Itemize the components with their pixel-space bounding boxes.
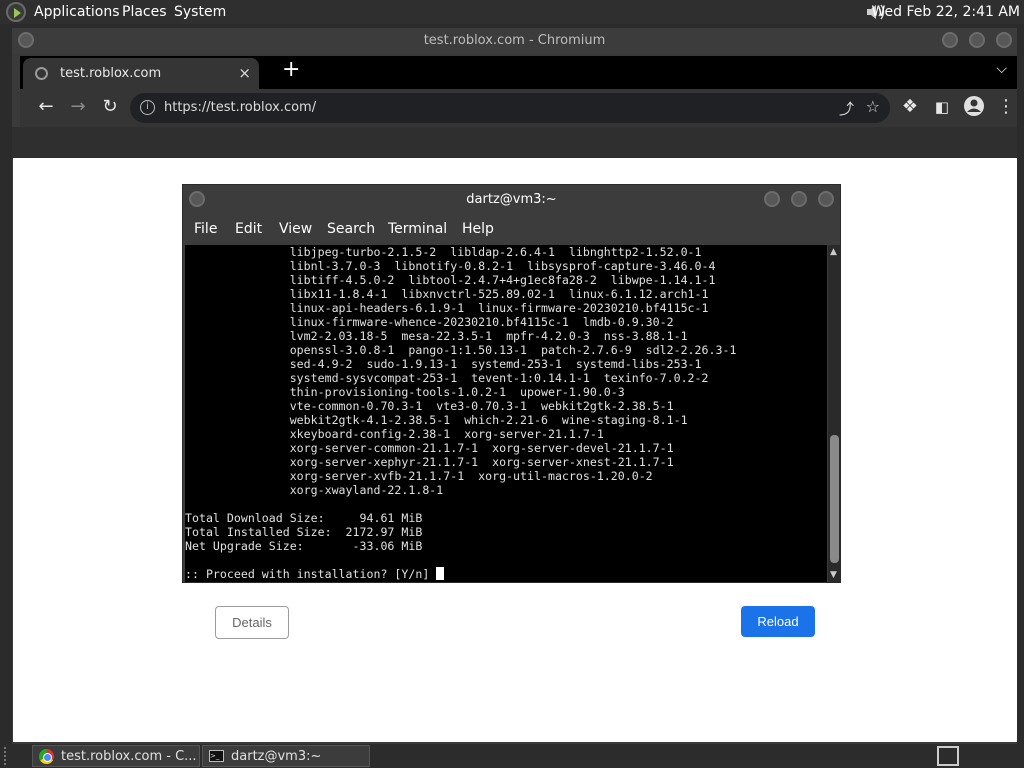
terminal-menu-terminal[interactable]: Terminal — [388, 221, 447, 237]
terminal-minimize-button[interactable] — [764, 191, 780, 207]
terminal-line: xorg-server-xephyr-21.1.7-1 xorg-server-… — [185, 455, 674, 469]
terminal-menu-view[interactable]: View — [279, 221, 312, 237]
profile-avatar-icon[interactable] — [962, 95, 986, 123]
terminal-line: Net Upgrade Size: -33.06 MiB — [185, 539, 423, 553]
terminal-menubar: File Edit View Search Terminal Help — [183, 218, 840, 242]
menu-places[interactable]: Places — [122, 4, 167, 20]
terminal-line: libtiff-4.5.0-2 libtool-2.4.7+4+g1ec8fa2… — [185, 273, 716, 287]
top-panel: Applications Places System Wed Feb 22, 2… — [0, 0, 1024, 24]
terminal-line: sed-4.9-2 sudo-1.9.13-1 systemd-253-1 sy… — [185, 357, 702, 371]
terminal-line: libjpeg-turbo-2.1.5-2 libldap-2.6.4-1 li… — [185, 245, 702, 259]
taskbar-item-label: dartz@vm3:~ — [231, 749, 322, 764]
terminal-line: vte-common-0.70.3-1 vte3-0.70.3-1 webkit… — [185, 399, 674, 413]
terminal-prompt-line: :: Proceed with installation? [Y/n] — [185, 567, 827, 581]
terminal-menu-file[interactable]: File — [194, 221, 217, 237]
terminal-window-menu-button[interactable] — [189, 191, 205, 207]
terminal-scrollbar[interactable]: ▲ ▼ — [828, 245, 841, 582]
maximize-button[interactable] — [969, 32, 985, 48]
tab-strip: test.roblox.com × + ⌵ — [20, 56, 1017, 89]
bookmark-star-icon[interactable]: ☆ — [866, 97, 880, 116]
back-arrow-icon[interactable]: ← — [34, 96, 58, 118]
terminal-window: dartz@vm3:~ File Edit View Search Termin… — [182, 184, 841, 583]
clock[interactable]: Wed Feb 22, 2:41 AM — [872, 4, 1020, 20]
taskbar-item-chromium[interactable]: test.roblox.com - C... — [32, 745, 200, 767]
window-menu-button[interactable] — [18, 32, 34, 48]
terminal-line: thin-provisioning-tools-1.0.2-1 upower-1… — [185, 385, 625, 399]
taskbar-item-terminal[interactable]: >_ dartz@vm3:~ — [202, 745, 370, 767]
browser-toolbar: ← → ↻ i https://test.roblox.com/ ⤴ ☆ ❖ ◧… — [20, 89, 1017, 127]
details-button[interactable]: Details — [215, 606, 289, 639]
site-info-icon[interactable]: i — [140, 100, 155, 115]
new-tab-button[interactable]: + — [282, 57, 300, 82]
browser-menu-kebab-icon[interactable]: ⋮ — [994, 96, 1018, 118]
distro-logo-icon[interactable] — [6, 2, 26, 22]
url-text[interactable]: https://test.roblox.com/ — [164, 100, 316, 115]
scroll-down-arrow-icon[interactable]: ▼ — [830, 570, 837, 580]
globe-icon — [35, 67, 48, 80]
address-bar[interactable]: i https://test.roblox.com/ ⤴ ☆ — [130, 93, 890, 123]
tab-search-chevron-icon[interactable]: ⌵ — [996, 61, 1007, 77]
menu-applications[interactable]: Applications — [34, 4, 120, 20]
terminal-close-button[interactable] — [818, 191, 834, 207]
scrollbar-thumb[interactable] — [830, 435, 839, 563]
terminal-prompt: :: Proceed with installation? [Y/n] — [185, 567, 437, 581]
terminal-titlebar[interactable]: dartz@vm3:~ — [183, 185, 840, 215]
reload-button[interactable]: Reload — [741, 606, 815, 637]
window-titlebar[interactable]: test.roblox.com - Chromium — [12, 28, 1017, 54]
tab-test-roblox[interactable]: test.roblox.com × — [23, 58, 259, 89]
close-tab-icon[interactable]: × — [238, 64, 251, 82]
close-window-button[interactable] — [996, 32, 1012, 48]
terminal-line: linux-api-headers-6.1.9-1 linux-firmware… — [185, 301, 709, 315]
taskbar-handle — [4, 747, 16, 765]
terminal-menu-edit[interactable]: Edit — [235, 221, 262, 237]
terminal-line: openssl-3.0.8-1 pango-1:1.50.13-1 patch-… — [185, 343, 737, 357]
terminal-line: Total Download Size: 94.61 MiB — [185, 511, 423, 525]
terminal-maximize-button[interactable] — [791, 191, 807, 207]
terminal-menu-search[interactable]: Search — [327, 221, 375, 237]
terminal-line: xkeyboard-config-2.38-1 xorg-server-21.1… — [185, 427, 604, 441]
terminal-line: libnl-3.7.0-3 libnotify-0.8.2-1 libsyspr… — [185, 259, 716, 273]
terminal-line: xorg-server-common-21.1.7-1 xorg-server-… — [185, 441, 674, 455]
terminal-output[interactable]: libjpeg-turbo-2.1.5-2 libldap-2.6.4-1 li… — [185, 245, 827, 582]
terminal-line: systemd-sysvcompat-253-1 tevent-1:0.14.1… — [185, 371, 709, 385]
terminal-line: lvm2-2.03.18-5 mesa-22.3.5-1 mpfr-4.2.0-… — [185, 329, 688, 343]
terminal-line: xorg-xwayland-22.1.8-1 — [185, 483, 444, 497]
terminal-line: libx11-1.8.4-1 libxnvctrl-525.89.02-1 li… — [185, 287, 709, 301]
infobar-area — [12, 127, 1017, 158]
show-desktop-icon[interactable] — [937, 746, 959, 766]
terminal-line: webkit2gtk-4.1-2.38.5-1 which-2.21-6 win… — [185, 413, 688, 427]
side-panel-icon[interactable]: ◧ — [930, 96, 954, 118]
terminal-line: Total Installed Size: 2172.97 MiB — [185, 525, 423, 539]
minimize-button[interactable] — [942, 32, 958, 48]
taskbar-item-label: test.roblox.com - C... — [61, 749, 197, 764]
extensions-puzzle-icon[interactable]: ❖ — [898, 96, 922, 118]
share-icon[interactable]: ⤴ — [839, 98, 854, 119]
tab-title: test.roblox.com — [60, 66, 162, 81]
forward-arrow-icon[interactable]: → — [66, 96, 90, 118]
bottom-taskbar: test.roblox.com - C... >_ dartz@vm3:~ — [0, 744, 1024, 768]
window-title: test.roblox.com - Chromium — [423, 33, 606, 48]
reload-icon[interactable]: ↻ — [98, 96, 122, 118]
terminal-line: linux-firmware-whence-20230210.bf4115c-1… — [185, 315, 674, 329]
terminal-title: dartz@vm3:~ — [466, 192, 557, 207]
terminal-icon: >_ — [209, 750, 224, 762]
menu-system[interactable]: System — [174, 4, 226, 20]
terminal-cursor — [436, 567, 445, 580]
terminal-line: xorg-server-xvfb-21.1.7-1 xorg-util-macr… — [185, 469, 653, 483]
chromium-icon — [39, 749, 54, 764]
scroll-up-arrow-icon[interactable]: ▲ — [830, 247, 837, 257]
terminal-menu-help[interactable]: Help — [462, 221, 494, 237]
